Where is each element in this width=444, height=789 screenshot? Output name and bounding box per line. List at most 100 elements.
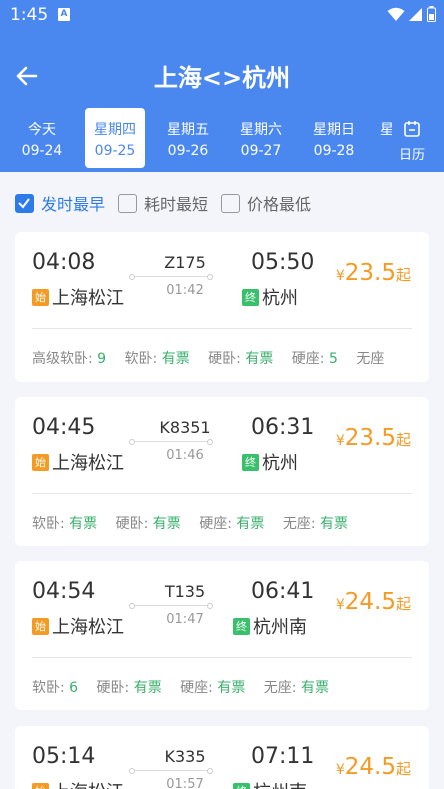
seat-count: 9	[97, 351, 107, 366]
departure-station: 始 上海松江	[32, 613, 124, 639]
status-time: 1:45	[10, 5, 49, 25]
end-badge: 终	[233, 782, 250, 789]
seat-type: 无座:	[263, 680, 301, 695]
date-tab-weekday: 星期四	[94, 122, 136, 138]
arrival-station-name: 杭州南	[253, 778, 307, 789]
date-tab-2[interactable]: 星期五 09-26	[158, 108, 218, 168]
seat-availability: 软卧: 有票 硬卧: 有票 硬座: 有票 无座: 有票	[32, 513, 412, 531]
checkbox-checked-icon	[15, 193, 34, 213]
train-number: Z175	[164, 253, 206, 272]
seat-type: 硬卧:	[208, 351, 246, 366]
price-suffix: 起	[395, 266, 411, 284]
departure-station-name: 上海松江	[52, 778, 124, 789]
price-suffix: 起	[395, 760, 411, 778]
date-tabs: 今天 09-24 星期四 09-25 星期五 09-26 星期六 09-27 星…	[0, 108, 444, 168]
arrival-station: 终 杭州南	[233, 613, 307, 639]
date-tab-date: 09-26	[167, 143, 209, 159]
seat-item: 硬座: 5	[292, 348, 338, 366]
date-tab-weekday: 星	[380, 122, 392, 138]
train-number: K8351	[159, 418, 211, 437]
date-tab-date: 09-24	[21, 143, 63, 159]
seat-type: 硬卧:	[96, 680, 134, 695]
price-value: 24.5	[344, 754, 396, 780]
date-tab-5[interactable]: 星	[380, 108, 392, 168]
sort-cheapest-label: 价格最低	[247, 195, 312, 214]
header: 1:45 A 上海<>杭州 今天 09-24 星期四 09-25 星期五 09-…	[0, 0, 444, 172]
seat-item: 软卧: 6	[32, 677, 78, 695]
seat-count: 有票	[320, 516, 349, 531]
price: ¥ 23.5 起	[336, 425, 411, 451]
start-badge: 始	[32, 288, 49, 306]
status-icons	[387, 6, 436, 22]
departure-time: 04:08	[32, 250, 96, 275]
train-card[interactable]: 05:14 K335 01:57 07:11 始 上海松江 终 杭州南 ¥ 24…	[15, 726, 429, 789]
travel-duration: 01:42	[166, 283, 204, 298]
start-badge: 始	[32, 782, 49, 789]
arrival-station: 终 杭州南	[233, 778, 307, 789]
departure-station: 始 上海松江	[32, 449, 124, 475]
price-value: 23.5	[344, 425, 396, 451]
checkbox-unchecked-icon	[221, 193, 240, 213]
sort-bar: 发时最早 耗时最短 价格最低	[0, 172, 444, 228]
date-tab-weekday: 星期日	[313, 122, 355, 138]
train-card[interactable]: 04:08 Z175 01:42 05:50 始 上海松江 终 杭州 ¥ 23.…	[15, 232, 429, 382]
date-tab-weekday: 星期五	[167, 122, 209, 138]
price: ¥ 23.5 起	[336, 260, 411, 286]
price-value: 23.5	[344, 260, 396, 286]
seat-type: 高级软卧:	[32, 351, 98, 366]
date-tab-1[interactable]: 星期四 09-25	[85, 108, 145, 168]
end-badge: 终	[233, 617, 250, 635]
seat-item: 高级软卧: 9	[32, 348, 106, 366]
departure-station-name: 上海松江	[52, 453, 124, 474]
seat-item: 无座: 有票	[264, 677, 329, 695]
departure-station: 始 上海松江	[32, 284, 124, 310]
departure-station-name: 上海松江	[52, 617, 124, 638]
status-bar: 1:45 A	[0, 0, 444, 30]
price-suffix: 起	[395, 431, 411, 449]
start-badge: 始	[32, 617, 49, 635]
route-line	[129, 274, 213, 280]
sort-earliest-checkbox[interactable]: 发时最早	[15, 191, 105, 215]
seat-count: 5	[328, 351, 338, 366]
seat-type: 硬座:	[291, 351, 329, 366]
seat-type: 软卧:	[124, 351, 162, 366]
seat-type: 无座:	[282, 516, 321, 531]
train-card[interactable]: 04:45 K8351 01:46 06:31 始 上海松江 终 杭州 ¥ 23…	[15, 397, 429, 546]
seat-item: 软卧: 有票	[125, 348, 190, 366]
date-tab-3[interactable]: 星期六 09-27	[231, 108, 291, 168]
seat-availability: 高级软卧: 9 软卧: 有票 硬卧: 有票 硬座: 5 无座	[32, 348, 412, 366]
price: ¥ 24.5 起	[336, 589, 411, 615]
seat-count: 有票	[217, 680, 246, 695]
currency-symbol: ¥	[335, 433, 345, 449]
date-tab-0[interactable]: 今天 09-24	[12, 108, 72, 168]
page-title: 上海<>杭州	[153, 64, 291, 92]
wifi-icon	[387, 7, 405, 21]
sort-shortest-checkbox[interactable]: 耗时最短	[118, 191, 208, 215]
train-card[interactable]: 04:54 T135 01:47 06:41 始 上海松江 终 杭州南 ¥ 24…	[15, 561, 429, 710]
seat-item: 硬卧: 有票	[116, 513, 181, 531]
seat-type: 软卧:	[32, 516, 70, 531]
arrival-station-name: 杭州	[262, 453, 298, 474]
date-tab-date: 09-25	[94, 143, 136, 159]
date-tab-4[interactable]: 星期日 09-28	[304, 108, 364, 168]
calendar-button[interactable]: 日历	[392, 108, 432, 168]
seat-item: 硬座: 有票	[180, 677, 245, 695]
seat-count: 有票	[161, 351, 190, 366]
departure-station: 始 上海松江	[32, 778, 124, 789]
arrival-time: 07:11	[251, 744, 315, 769]
arrival-time: 06:31	[251, 415, 315, 440]
travel-duration: 01:47	[166, 612, 204, 627]
currency-symbol: ¥	[335, 268, 345, 284]
divider	[32, 493, 412, 494]
sort-cheapest-checkbox[interactable]: 价格最低	[221, 191, 311, 215]
seat-availability: 软卧: 6 硬卧: 有票 硬座: 有票 无座: 有票	[32, 677, 412, 695]
seat-item: 硬卧: 有票	[208, 348, 273, 366]
sort-earliest-label: 发时最早	[41, 195, 106, 214]
seat-count: 有票	[245, 351, 274, 366]
seat-type: 硬座:	[199, 516, 237, 531]
arrival-station-name: 杭州	[262, 288, 298, 309]
departure-time: 05:14	[32, 744, 96, 769]
notification-icon: A	[58, 8, 70, 21]
seat-count: 6	[69, 680, 79, 695]
arrival-time: 05:50	[251, 250, 315, 275]
